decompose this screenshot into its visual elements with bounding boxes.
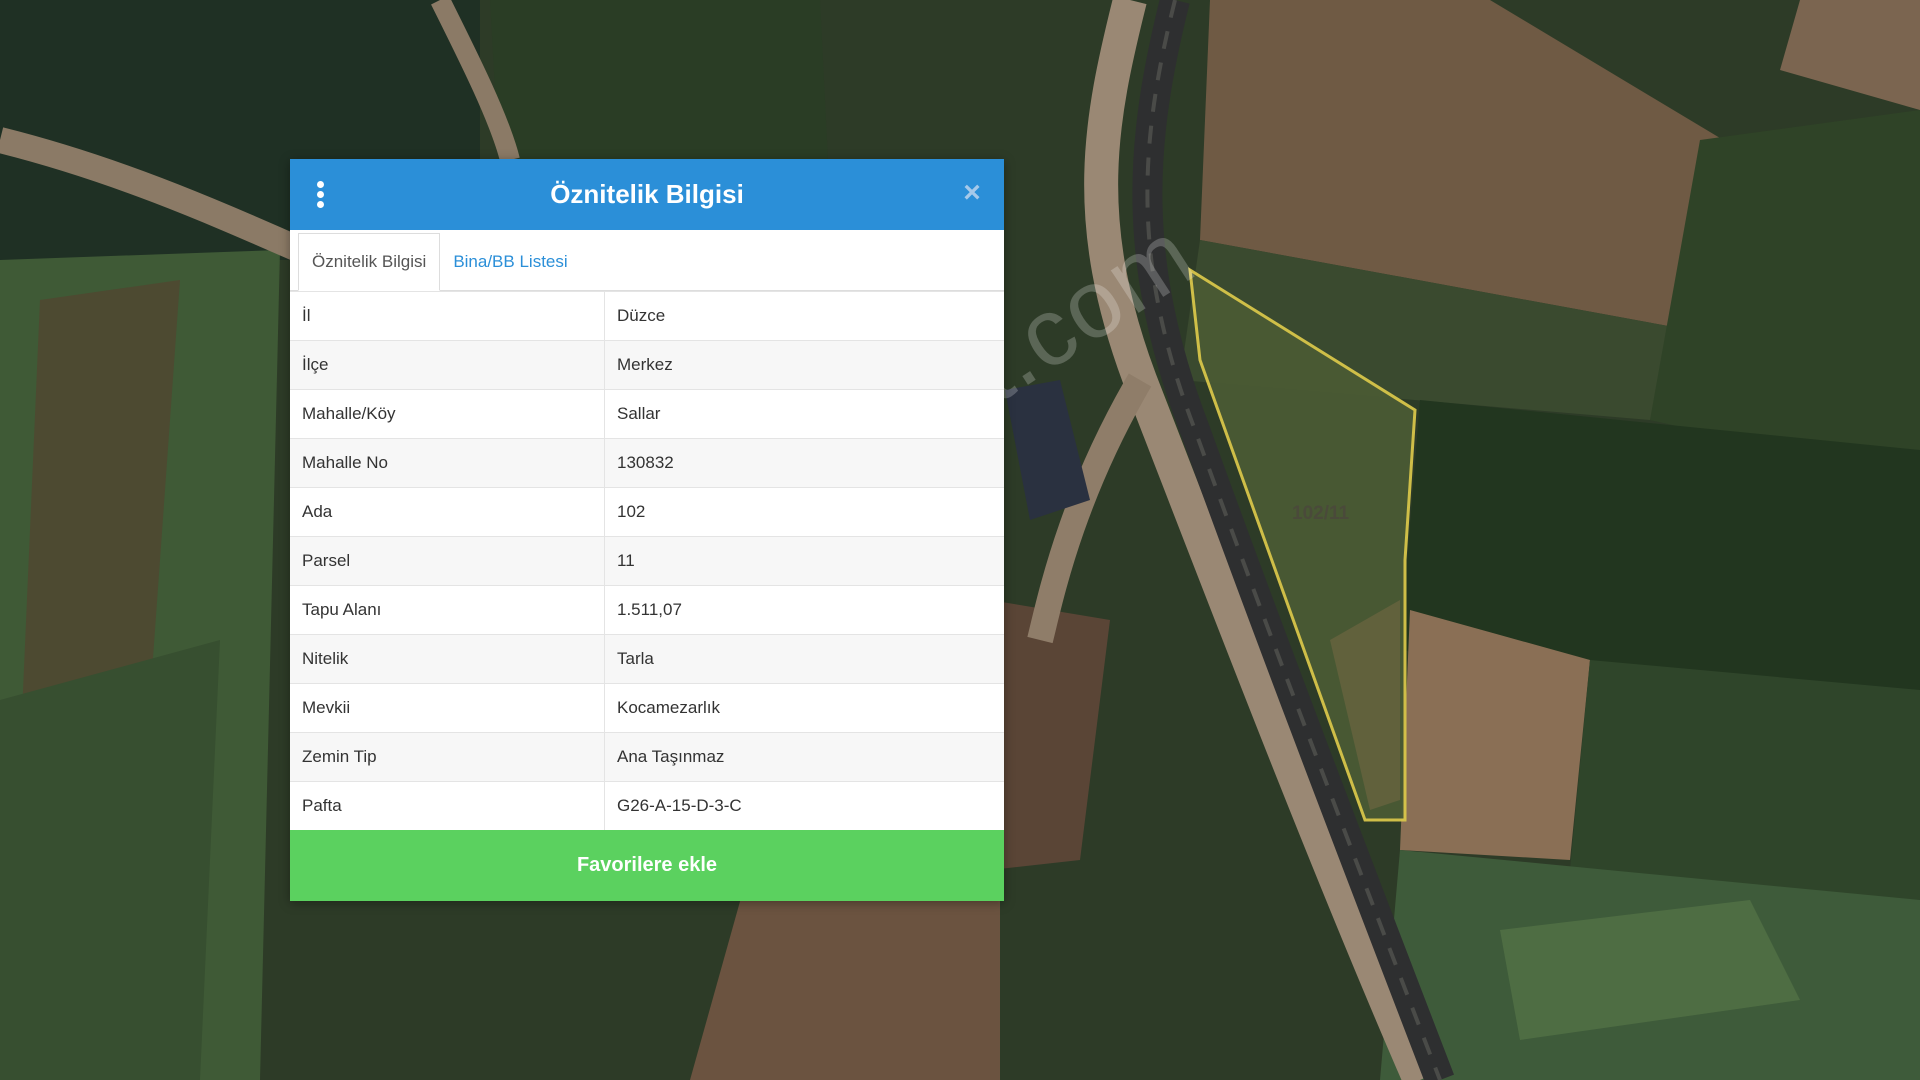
attribute-info-panel: Öznitelik Bilgisi × Öznitelik Bilgisi Bi… xyxy=(290,159,1004,901)
attribute-value: 11 xyxy=(604,536,1004,586)
table-row: Nitelik Tarla xyxy=(290,634,1004,684)
parcel-label[interactable]: 102/11 xyxy=(1292,503,1349,525)
attribute-value: 130832 xyxy=(604,438,1004,488)
attribute-value: 102 xyxy=(604,487,1004,537)
attribute-key: Mevkii xyxy=(290,683,605,733)
table-row: Zemin Tip Ana Taşınmaz xyxy=(290,732,1004,782)
close-icon[interactable]: × xyxy=(958,178,986,208)
vertical-dots-icon[interactable] xyxy=(312,181,328,209)
attribute-key: Parsel xyxy=(290,536,605,586)
attribute-key: Ada xyxy=(290,487,605,537)
table-row: İl Düzce xyxy=(290,291,1004,341)
tab-attribute-info[interactable]: Öznitelik Bilgisi xyxy=(298,233,441,291)
panel-title: Öznitelik Bilgisi xyxy=(550,179,744,209)
tab-building-list[interactable]: Bina/BB Listesi xyxy=(440,234,580,290)
panel-tabs: Öznitelik Bilgisi Bina/BB Listesi xyxy=(290,230,1004,291)
attribute-value: Sallar xyxy=(604,389,1004,439)
table-row: İlçe Merkez xyxy=(290,340,1004,390)
attribute-key: Tapu Alanı xyxy=(290,585,605,635)
attribute-key: Pafta xyxy=(290,781,605,830)
attribute-value: G26-A-15-D-3-C xyxy=(604,781,1004,830)
table-row: Mevkii Kocamezarlık xyxy=(290,683,1004,733)
attribute-value: Kocamezarlık xyxy=(604,683,1004,733)
panel-header: Öznitelik Bilgisi × xyxy=(290,159,1004,230)
attribute-value: 1.511,07 xyxy=(604,585,1004,635)
table-row: Tapu Alanı 1.511,07 xyxy=(290,585,1004,635)
attribute-key: Zemin Tip xyxy=(290,732,605,782)
attribute-key: Nitelik xyxy=(290,634,605,684)
table-row: Pafta G26-A-15-D-3-C xyxy=(290,781,1004,830)
table-row: Mahalle/Köy Sallar xyxy=(290,389,1004,439)
table-row: Parsel 11 xyxy=(290,536,1004,586)
attribute-key: İl xyxy=(290,291,605,341)
table-row: Mahalle No 130832 xyxy=(290,438,1004,488)
attribute-value: Tarla xyxy=(604,634,1004,684)
attribute-table: İl Düzce İlçe Merkez Mahalle/Köy Sallar … xyxy=(290,291,1004,830)
table-row: Ada 102 xyxy=(290,487,1004,537)
attribute-value: Ana Taşınmaz xyxy=(604,732,1004,782)
attribute-key: Mahalle No xyxy=(290,438,605,488)
attribute-key: İlçe xyxy=(290,340,605,390)
attribute-value: Merkez xyxy=(604,340,1004,390)
attribute-key: Mahalle/Köy xyxy=(290,389,605,439)
attribute-value: Düzce xyxy=(604,291,1004,341)
add-to-favorites-button[interactable]: Favorilere ekle xyxy=(290,830,1004,901)
